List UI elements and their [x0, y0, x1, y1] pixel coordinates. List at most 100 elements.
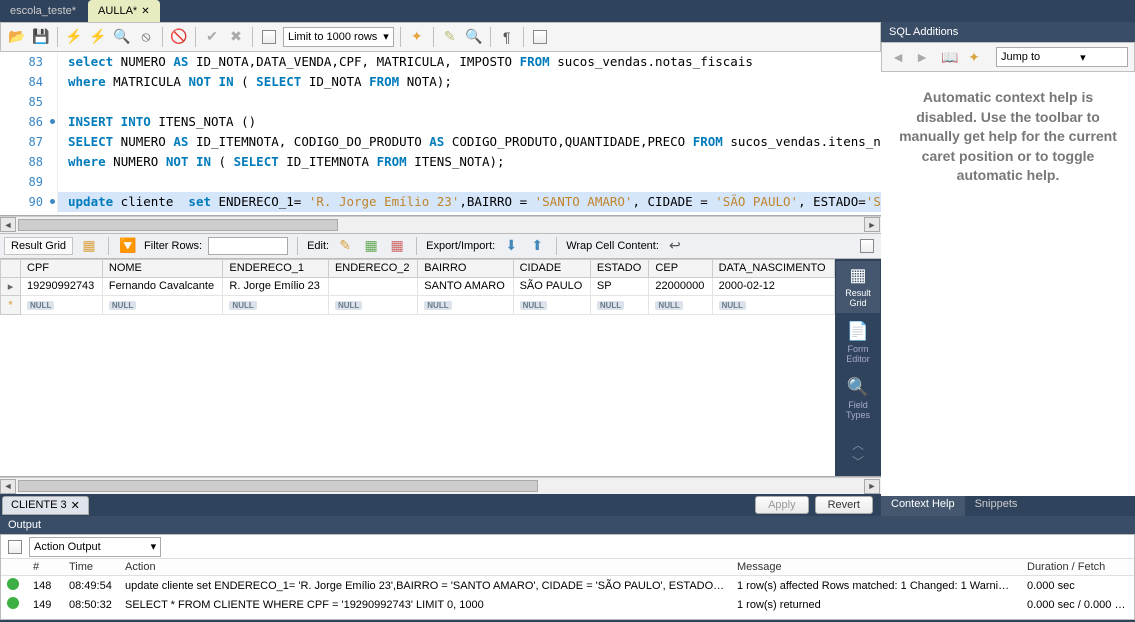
grid-hscroll[interactable]: ◄ ► — [0, 477, 881, 494]
close-icon[interactable]: ✕ — [71, 499, 80, 512]
grid-cell[interactable]: NULL — [102, 295, 223, 314]
nav-fwd-icon[interactable]: ► — [912, 47, 932, 67]
revert-button[interactable]: Revert — [815, 496, 873, 514]
grid-cell[interactable]: NULL — [328, 295, 417, 314]
commit-icon[interactable]: ✔ — [202, 27, 222, 47]
grid-cell[interactable]: Fernando Cavalcante — [102, 277, 223, 295]
editor-hscroll[interactable]: ◄ ► — [0, 216, 881, 233]
import-icon[interactable]: ⬆ — [527, 236, 547, 256]
scroll-thumb[interactable] — [18, 219, 338, 231]
context-help-text: Automatic context help is disabled. Use … — [881, 72, 1135, 496]
scroll-right-icon[interactable]: ► — [864, 217, 880, 232]
grid-cell[interactable]: 22000000 — [649, 277, 712, 295]
jump-dropdown[interactable]: Jump to ▾ — [996, 47, 1128, 67]
grid-cell[interactable]: SÃO PAULO — [513, 277, 590, 295]
output-header: Message — [731, 559, 1021, 576]
grid-cell[interactable]: SANTO AMARO — [418, 277, 513, 295]
gutter: 8384858687888990 — [0, 52, 58, 215]
column-header[interactable]: ENDERECO_1 — [223, 259, 329, 277]
filter-label: Filter Rows: — [144, 240, 202, 252]
output-view-icon[interactable] — [5, 537, 25, 557]
rollback-icon[interactable]: ✖ — [226, 27, 246, 47]
code-lines[interactable]: select NUMERO AS ID_NOTA,DATA_VENDA,CPF,… — [58, 52, 881, 215]
row-selector[interactable]: ▸ — [1, 277, 21, 295]
execute-icon[interactable]: ⚡ — [64, 27, 84, 47]
tab-active[interactable]: AULLA* ✕ — [88, 0, 160, 22]
save-icon[interactable]: 💾 — [31, 27, 51, 47]
output-row[interactable]: 14908:50:32SELECT * FROM CLIENTE WHERE C… — [1, 595, 1134, 614]
side-tab-result-grid[interactable]: ▦Result Grid — [836, 261, 880, 313]
nav-back-icon[interactable]: ◄ — [888, 47, 908, 67]
wrap-label: Wrap Cell Content: — [566, 240, 659, 252]
grid-cell[interactable]: NULL — [590, 295, 649, 314]
sql-editor[interactable]: 8384858687888990 select NUMERO AS ID_NOT… — [0, 52, 881, 216]
close-icon[interactable]: ✕ — [141, 6, 149, 17]
commit-off-icon[interactable]: 🚫 — [169, 27, 189, 47]
grid-cell[interactable]: NULL — [223, 295, 329, 314]
grid-cell[interactable]: R. Jorge Emílio 23 — [223, 277, 329, 295]
tab-snippets[interactable]: Snippets — [965, 496, 1028, 516]
edit-add-icon[interactable]: ▦ — [361, 236, 381, 256]
grid-cell[interactable]: NULL — [513, 295, 590, 314]
output-type-dropdown[interactable]: Action Output ▾ — [29, 537, 161, 557]
grid-cell[interactable] — [328, 277, 417, 295]
side-tab-form-editor[interactable]: 📄Form Editor — [836, 317, 880, 369]
grid-cell[interactable]: 19290992743 — [21, 277, 103, 295]
apply-button[interactable]: Apply — [755, 496, 809, 514]
brush-icon[interactable]: ✎ — [440, 27, 460, 47]
column-header[interactable]: DATA_NASCIMENTO — [712, 259, 834, 277]
edit-icon[interactable]: ✎ — [335, 236, 355, 256]
autocommit-icon[interactable] — [259, 27, 279, 47]
tab-context-help[interactable]: Context Help — [881, 496, 965, 516]
column-header[interactable]: CIDADE — [513, 259, 590, 277]
result-side-tabs: ▦Result Grid 📄Form Editor 🔍Field Types ︿… — [835, 259, 881, 477]
help-icon[interactable]: 📖 — [940, 47, 960, 67]
output-row[interactable]: 14808:49:54update cliente set ENDERECO_1… — [1, 576, 1134, 596]
result-tab-bar: CLIENTE 3 ✕ Apply Revert — [0, 494, 881, 516]
beautify-icon[interactable]: ✦ — [407, 27, 427, 47]
result-grid-icon[interactable]: ▦ — [79, 236, 99, 256]
limit-rows-dropdown[interactable]: Limit to 1000 rows ▾ — [283, 27, 394, 47]
side-collapse-icon[interactable]: ︿﹀ — [852, 436, 864, 470]
execute-current-icon[interactable]: ⚡ — [88, 27, 108, 47]
explain-icon[interactable]: 🔍 — [112, 27, 132, 47]
panel-toggle-icon[interactable] — [857, 236, 877, 256]
export-label: Export/Import: — [426, 240, 495, 252]
column-header[interactable]: NOME — [102, 259, 223, 277]
invisible-icon[interactable]: ¶ — [497, 27, 517, 47]
open-icon[interactable]: 📂 — [7, 27, 27, 47]
column-header[interactable]: CEP — [649, 259, 712, 277]
scroll-left-icon[interactable]: ◄ — [0, 217, 16, 232]
column-header[interactable]: ENDERECO_2 — [328, 259, 417, 277]
edit-del-icon[interactable]: ▦ — [387, 236, 407, 256]
grid-cell[interactable]: NULL — [649, 295, 712, 314]
output-header: Action — [119, 559, 731, 576]
filter-icon[interactable]: 🔽 — [118, 236, 138, 256]
column-header[interactable]: BAIRRO — [418, 259, 513, 277]
export-icon[interactable]: ⬇ — [501, 236, 521, 256]
grid-cell[interactable]: NULL — [21, 295, 103, 314]
result-grid[interactable]: CPFNOMEENDERECO_1ENDERECO_2BAIRROCIDADEE… — [0, 259, 835, 477]
filter-input[interactable] — [208, 237, 288, 255]
grid-cell[interactable]: 2000-02-12 — [712, 277, 834, 295]
output-header: # — [27, 559, 63, 576]
auto-help-icon[interactable]: ✦ — [964, 47, 984, 67]
tab-inactive[interactable]: escola_teste* — [0, 0, 86, 22]
wrap-icon[interactable] — [530, 27, 550, 47]
grid-cell[interactable]: NULL — [418, 295, 513, 314]
search-icon[interactable]: 🔍 — [464, 27, 484, 47]
row-selector[interactable]: * — [1, 295, 21, 314]
right-toolbar: ◄ ► 📖 ✦ Jump to ▾ — [881, 42, 1135, 72]
scroll-left-icon[interactable]: ◄ — [0, 479, 16, 494]
side-tab-field-types[interactable]: 🔍Field Types — [836, 373, 880, 425]
column-header[interactable]: ESTADO — [590, 259, 649, 277]
scroll-right-icon[interactable]: ► — [864, 479, 880, 494]
grid-cell[interactable]: SP — [590, 277, 649, 295]
stop-icon[interactable]: ⦸ — [136, 27, 156, 47]
wrap-toggle-icon[interactable]: ↩ — [665, 236, 685, 256]
scroll-thumb[interactable] — [18, 480, 538, 492]
grid-cell[interactable]: NULL — [712, 295, 834, 314]
edit-label: Edit: — [307, 240, 329, 252]
column-header[interactable]: CPF — [21, 259, 103, 277]
result-tab[interactable]: CLIENTE 3 ✕ — [2, 496, 89, 515]
